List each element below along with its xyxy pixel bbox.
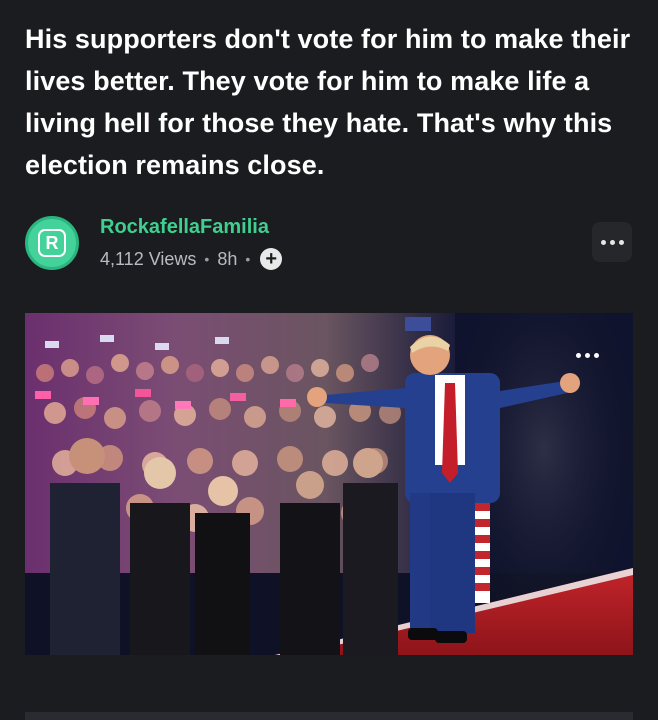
more-horizontal-icon-dot xyxy=(576,353,581,358)
post-image[interactable] xyxy=(25,313,633,655)
plus-icon[interactable]: + xyxy=(260,248,283,270)
view-count: 4,112 Views xyxy=(100,248,197,269)
meta-separator: • xyxy=(245,251,251,267)
more-horizontal-icon-dot xyxy=(600,239,606,245)
more-horizontal-icon-dot xyxy=(594,353,599,358)
author-name[interactable]: RockafellaFamilia xyxy=(100,216,269,239)
image-more-options-button[interactable] xyxy=(576,353,599,358)
post-meta: 4,112 Views • 8h • + xyxy=(100,248,283,270)
post-title[interactable]: His supporters don't vote for him to mak… xyxy=(25,18,635,186)
rally-photo xyxy=(25,313,633,655)
avatar[interactable]: R xyxy=(25,216,79,270)
post-card: His supporters don't vote for him to mak… xyxy=(0,0,658,720)
meta-separator: • xyxy=(204,251,210,267)
author-row: R RockafellaFamilia 4,112 Views • 8h • + xyxy=(25,214,635,274)
avatar-letter: R xyxy=(38,229,66,257)
next-content-edge xyxy=(25,712,633,720)
post-time: 8h xyxy=(217,248,238,269)
more-horizontal-icon-dot xyxy=(609,239,615,245)
more-horizontal-icon-dot xyxy=(585,353,590,358)
more-horizontal-icon-dot xyxy=(618,239,624,245)
more-options-button[interactable] xyxy=(592,222,632,262)
